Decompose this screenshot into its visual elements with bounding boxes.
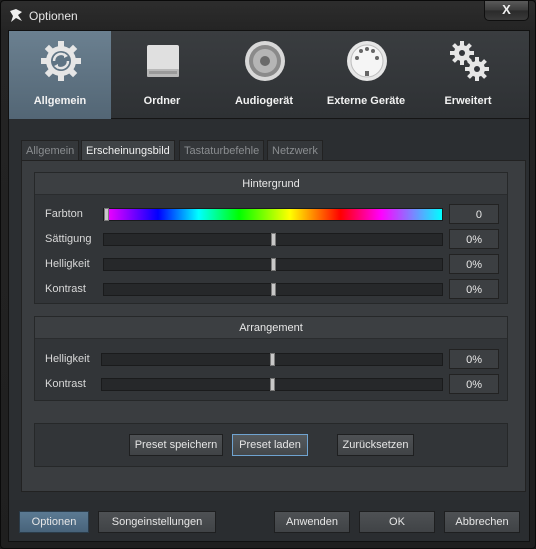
arrangement-brightness-value-field[interactable]: 0% <box>449 349 499 369</box>
contrast-value-field[interactable]: 0% <box>449 279 499 299</box>
preset-save-button[interactable]: Preset speichern <box>129 434 223 456</box>
song-settings-button[interactable]: Songeinstellungen <box>98 511 216 533</box>
contrast-label: Kontrast <box>45 283 86 295</box>
apply-button[interactable]: Anwenden <box>274 511 350 533</box>
contrast-slider[interactable] <box>103 283 443 296</box>
group-title: Arrangement <box>35 317 507 339</box>
hue-slider[interactable] <box>103 208 443 221</box>
group-title: Hintergrund <box>35 173 507 195</box>
category-erweitert[interactable]: Erweitert <box>417 31 519 119</box>
category-label: Audiogerät <box>234 95 294 107</box>
category-label: Externe Geräte <box>326 95 406 107</box>
app-logo-icon <box>10 9 22 22</box>
category-audiogeraet[interactable]: Audiogerät <box>213 31 315 119</box>
speaker-icon <box>245 41 285 81</box>
category-allgemein[interactable]: Allgemein <box>9 31 111 119</box>
refresh-gear-icon <box>41 41 81 81</box>
arrangement-contrast-label: Kontrast <box>45 378 86 390</box>
arrangement-brightness-slider[interactable] <box>101 353 443 366</box>
title-bar: Optionen X <box>1 1 535 29</box>
brightness-value-field[interactable]: 0% <box>449 254 499 274</box>
close-button[interactable]: X <box>484 1 529 21</box>
brightness-label: Helligkeit <box>45 258 90 270</box>
slider-thumb[interactable] <box>271 283 276 296</box>
drive-icon <box>147 45 179 77</box>
cancel-button[interactable]: Abbrechen <box>444 511 520 533</box>
arrangement-contrast-slider[interactable] <box>101 378 443 391</box>
background-group: Hintergrund Farbton 0 Sättigung 0% Helli… <box>34 172 508 304</box>
tab-tastaturbefehle[interactable]: Tastaturbefehle <box>179 140 265 160</box>
ok-button[interactable]: OK <box>359 511 435 533</box>
appearance-panel: Hintergrund Farbton 0 Sättigung 0% Helli… <box>21 160 526 492</box>
category-label: Ordner <box>143 95 181 107</box>
arrangement-contrast-value-field[interactable]: 0% <box>449 374 499 394</box>
saturation-value-field[interactable]: 0% <box>449 229 499 249</box>
close-icon: X <box>502 2 511 17</box>
arrangement-group: Arrangement Helligkeit 0% Kontrast 0% <box>34 316 508 401</box>
gears-icon <box>450 41 489 81</box>
reset-button[interactable]: Zurücksetzen <box>337 434 414 456</box>
hue-value-field[interactable]: 0 <box>449 204 499 224</box>
saturation-slider[interactable] <box>103 233 443 246</box>
dialog-footer: Optionen Songeinstellungen Anwenden OK A… <box>9 501 529 541</box>
arrangement-brightness-label: Helligkeit <box>45 353 90 365</box>
saturation-label: Sättigung <box>45 233 92 245</box>
settings-content: Allgemein Erscheinungsbild Tastaturbefeh… <box>9 120 529 500</box>
midi-connector-icon <box>347 41 387 81</box>
category-label: Allgemein <box>33 95 87 107</box>
slider-thumb[interactable] <box>104 208 109 221</box>
tab-allgemein[interactable]: Allgemein <box>21 140 80 160</box>
dialog-frame: Allgemein Ordner Audiogerät Externe Gerä… <box>8 30 530 542</box>
category-label: Erweitert <box>444 95 492 107</box>
preset-button-bar: Preset speichern Preset laden Zurücksetz… <box>34 423 508 467</box>
slider-thumb[interactable] <box>271 258 276 271</box>
category-externe-geraete[interactable]: Externe Geräte <box>315 31 417 119</box>
hue-label: Farbton <box>45 208 83 220</box>
slider-thumb[interactable] <box>271 233 276 246</box>
options-button[interactable]: Optionen <box>19 511 89 533</box>
window-title: Optionen <box>29 9 78 23</box>
tab-erscheinungsbild[interactable]: Erscheinungsbild <box>81 140 175 161</box>
category-ordner[interactable]: Ordner <box>111 31 213 119</box>
preset-load-button[interactable]: Preset laden <box>232 434 308 456</box>
category-bar: Allgemein Ordner Audiogerät Externe Gerä… <box>9 31 529 119</box>
slider-thumb[interactable] <box>270 378 275 391</box>
options-window: Optionen X Allgemein Ordner Audiogerät E… <box>0 0 536 549</box>
tab-netzwerk[interactable]: Netzwerk <box>267 140 323 160</box>
brightness-slider[interactable] <box>103 258 443 271</box>
slider-thumb[interactable] <box>270 353 275 366</box>
